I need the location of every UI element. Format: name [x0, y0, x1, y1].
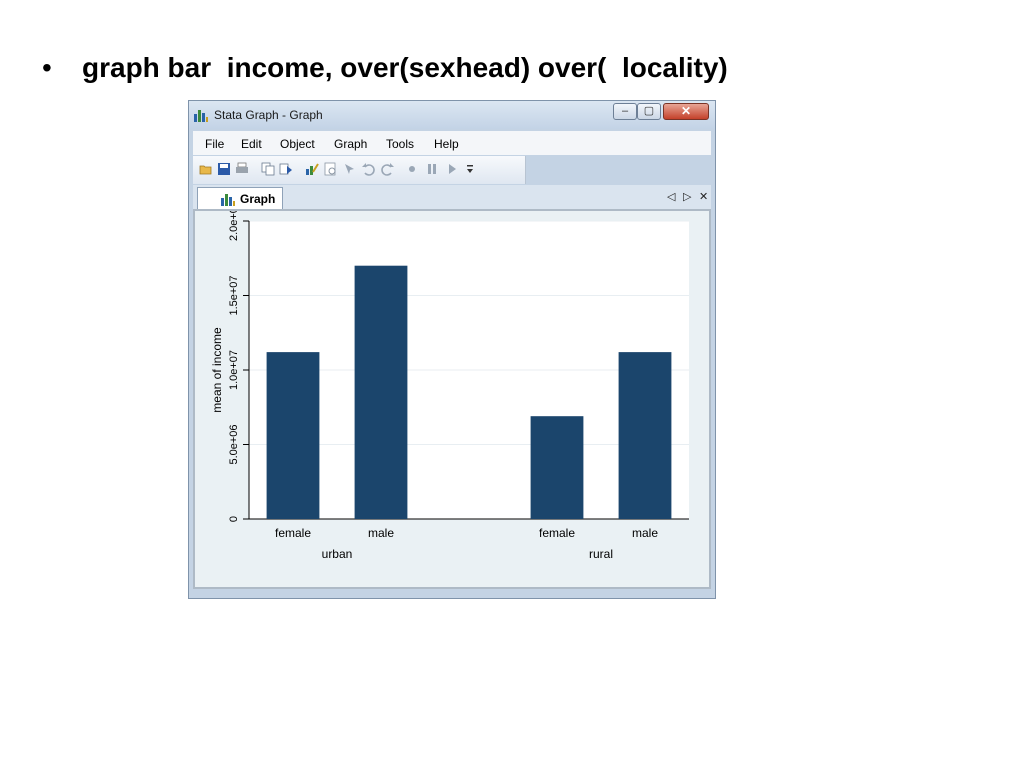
- menu-bar: File Edit Object Graph Tools Help: [193, 131, 711, 155]
- y-tick-label: 1.5e+07: [228, 275, 240, 315]
- undo-icon[interactable]: [361, 162, 375, 176]
- redo-icon[interactable]: [381, 162, 395, 176]
- y-tick-label: 2.0e+07: [228, 211, 240, 241]
- y-axis-label: mean of income: [210, 327, 224, 413]
- y-tick-label: 1.0e+07: [228, 350, 240, 390]
- y-tick-label: 5.0e+06: [228, 424, 240, 464]
- overflow-icon[interactable]: [463, 162, 477, 176]
- menu-object[interactable]: Object: [280, 137, 315, 151]
- bar-urban-male: [354, 265, 408, 519]
- save-icon[interactable]: [217, 162, 231, 176]
- minimize-button[interactable]: –: [613, 103, 637, 120]
- y-tick-label: 0: [228, 516, 240, 522]
- minimize-icon: –: [621, 105, 629, 117]
- close-button[interactable]: ✕: [663, 103, 709, 120]
- tab-graph-label: Graph: [240, 192, 276, 206]
- maximize-button[interactable]: ▢: [637, 103, 661, 120]
- bar-urban-female: [266, 352, 320, 519]
- play-icon[interactable]: [445, 162, 459, 176]
- tab-next-icon[interactable]: ▷: [683, 190, 691, 203]
- close-icon: ✕: [680, 104, 692, 118]
- menu-edit[interactable]: Edit: [241, 137, 262, 151]
- properties-icon[interactable]: [323, 162, 337, 176]
- x-category-label: male: [632, 526, 658, 540]
- stata-command-text: graph bar income, over(sexhead) over( lo…: [82, 52, 728, 83]
- x-category-label: female: [539, 526, 575, 540]
- open-icon[interactable]: [199, 162, 213, 176]
- tab-prev-icon[interactable]: ◁: [667, 190, 675, 203]
- menu-graph[interactable]: Graph: [334, 137, 367, 151]
- x-group-label: rural: [589, 547, 613, 561]
- record-icon[interactable]: [405, 162, 419, 176]
- menu-help[interactable]: Help: [434, 137, 459, 151]
- bar-rural-male: [618, 352, 672, 519]
- tab-strip: Graph ◁ ▷ ✕: [193, 185, 711, 209]
- graph-area: 0 5.0e+06 1.0e+07 1.5e+07 2.0e+07 mean of inc…: [193, 209, 711, 589]
- title-bar[interactable]: Stata Graph - Graph – ▢ ✕: [189, 101, 715, 129]
- copy-special-icon[interactable]: [279, 162, 293, 176]
- bar-rural-female: [530, 416, 584, 519]
- graph-editor-icon[interactable]: [305, 162, 319, 176]
- menu-file[interactable]: File: [205, 137, 224, 151]
- x-category-label: male: [368, 526, 394, 540]
- slide-bullet: •: [42, 52, 52, 83]
- x-group-label: urban: [322, 547, 353, 561]
- copy-icon[interactable]: [261, 162, 275, 176]
- menu-tools[interactable]: Tools: [386, 137, 414, 151]
- pause-icon[interactable]: [425, 162, 439, 176]
- window-title: Stata Graph - Graph: [214, 108, 323, 122]
- stata-graph-app-icon: [194, 110, 208, 122]
- pointer-icon[interactable]: [343, 162, 357, 176]
- print-icon[interactable]: [235, 162, 249, 176]
- graph-tab-icon: [221, 194, 235, 206]
- stata-graph-window: Stata Graph - Graph – ▢ ✕ File Edit Obje…: [188, 100, 716, 599]
- x-category-label: female: [275, 526, 311, 540]
- tab-close-icon[interactable]: ✕: [699, 190, 708, 203]
- toolbar: [193, 156, 526, 184]
- maximize-icon: ▢: [643, 105, 655, 117]
- tab-graph[interactable]: Graph: [197, 187, 283, 209]
- bar-chart: 0 5.0e+06 1.0e+07 1.5e+07 2.0e+07 mean of inc…: [210, 211, 689, 561]
